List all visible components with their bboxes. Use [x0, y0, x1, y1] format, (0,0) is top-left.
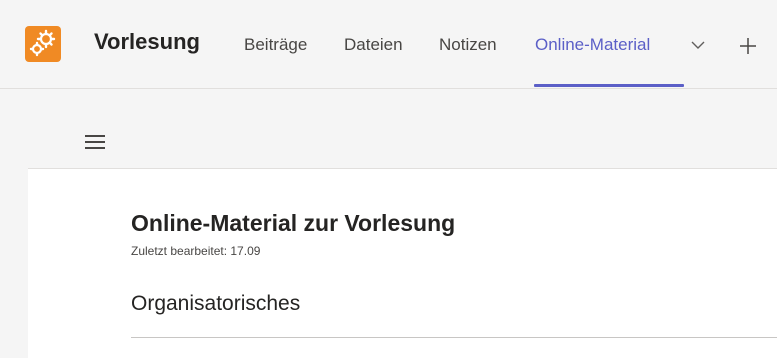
section-divider	[131, 337, 777, 338]
content-panel: Online-Material zur Vorlesung Zuletzt be…	[28, 114, 777, 358]
page-title: Online-Material zur Vorlesung	[131, 210, 456, 236]
panel-toolbar	[28, 114, 777, 169]
add-tab-icon[interactable]	[738, 36, 758, 56]
tab-dateien[interactable]: Dateien	[344, 35, 403, 55]
tab-online-material[interactable]: Online-Material	[535, 35, 650, 55]
team-name: Vorlesung	[94, 29, 200, 54]
last-edited-label: Zuletzt bearbeitet: 17.09	[131, 244, 261, 258]
chevron-down-icon[interactable]	[690, 40, 706, 50]
hamburger-menu-icon[interactable]	[85, 134, 105, 150]
section-heading: Organisatorisches	[131, 292, 301, 315]
tab-notizen[interactable]: Notizen	[439, 35, 497, 55]
gears-icon[interactable]	[25, 26, 61, 62]
active-tab-indicator	[534, 84, 684, 87]
tab-beitraege[interactable]: Beiträge	[244, 35, 307, 55]
channel-header: Vorlesung Beiträge Dateien Notizen Onlin…	[0, 0, 777, 89]
